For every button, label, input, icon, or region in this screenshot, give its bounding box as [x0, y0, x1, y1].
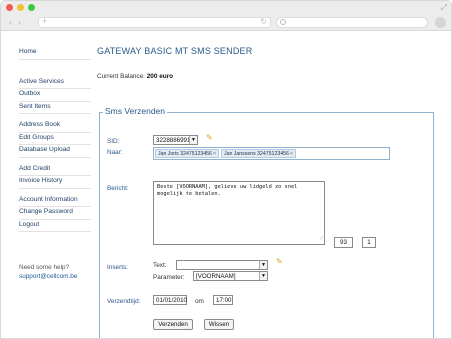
sidebar-item-account-information[interactable]: Account Information: [19, 195, 91, 207]
browser-window: ⤢ ‹› + ↻ Home Active Services Outbox Sen…: [0, 0, 452, 339]
verzendtijd-label: Verzendtijd:: [107, 298, 141, 305]
sidebar-item-outbox[interactable]: Outbox: [19, 89, 91, 102]
sidebar-item-edit-groups[interactable]: Edit Groups: [19, 133, 91, 145]
sms-count: 1: [362, 237, 376, 248]
text-insert-select[interactable]: ▼: [176, 260, 268, 270]
bericht-label: Bericht:: [107, 185, 129, 192]
balance-value: 200 euro: [146, 73, 174, 80]
sidebar-item-database-upload[interactable]: Database Upload: [19, 145, 91, 158]
chevron-down-icon: ▼: [259, 272, 267, 280]
address-bar[interactable]: + ↻: [38, 16, 271, 28]
sidebar-item-invoice-history[interactable]: Invoice History: [19, 176, 91, 189]
sidebar-item-logout[interactable]: Logout: [19, 220, 91, 232]
sidebar-item-home[interactable]: Home: [19, 47, 91, 60]
chevron-down-icon: ▼: [189, 136, 197, 144]
naar-label: Naar:: [107, 149, 123, 156]
remove-recipient-icon[interactable]: ×: [290, 151, 293, 157]
help-box: Need some help? support@cellcom.be: [19, 263, 77, 281]
browser-menu-button[interactable]: [435, 17, 446, 28]
recipient-tag: Jan Joris 32475123456×: [155, 149, 219, 158]
fullscreen-icon[interactable]: ⤢: [441, 3, 447, 13]
sidebar-item-address-book[interactable]: Address Book: [19, 120, 91, 133]
browser-toolbar: ‹› + ↻: [1, 14, 451, 31]
plus-icon[interactable]: +: [42, 16, 47, 26]
help-text: Need some help?: [19, 264, 70, 271]
title-bar: ⤢: [1, 1, 451, 14]
recipient-tag: Jan Janssens 32475123456×: [220, 149, 296, 158]
search-icon: [280, 19, 286, 25]
sid-value: 3228886991: [156, 137, 191, 144]
minimize-window-button[interactable]: [17, 4, 24, 11]
support-email-link[interactable]: support@cellcom.be: [19, 272, 77, 281]
message-text: Beste [VOORNAAM], gelieve uw lidgeld zo …: [157, 184, 298, 197]
recipient-tag-label: Jan Joris 32475123456: [158, 151, 212, 157]
browser-search-input[interactable]: [276, 17, 428, 28]
send-button[interactable]: Verzenden: [153, 319, 193, 330]
recipient-tag-label: Jan Janssens 32475123456: [223, 151, 289, 157]
message-textarea[interactable]: Beste [VOORNAAM], gelieve uw lidgeld zo …: [153, 181, 325, 245]
resize-handle-icon[interactable]: ⟋: [319, 236, 323, 243]
chevron-down-icon: ▼: [259, 261, 267, 269]
form-legend: Sms Verzenden: [103, 106, 168, 116]
sidebar-item-change-password[interactable]: Change Password: [19, 207, 91, 220]
om-label: om: [195, 298, 204, 305]
recipients-field[interactable]: Jan Joris 32475123456× Jan Janssens 32475…: [153, 147, 390, 160]
balance-label: Current Balance:: [97, 73, 145, 80]
parameter-select[interactable]: [VOORNAAM] ▼: [193, 271, 268, 281]
sidebar-item-sent-items[interactable]: Sent Items: [19, 102, 91, 114]
sidebar-nav: Home Active Services Outbox Sent Items A…: [19, 47, 91, 232]
pencil-icon[interactable]: ✎: [276, 257, 283, 266]
date-input[interactable]: 01/01/2010: [153, 295, 187, 305]
text-label: Text:: [153, 262, 167, 269]
parameter-label: Parameter:: [153, 274, 185, 281]
time-input[interactable]: 17:00: [213, 295, 233, 305]
current-balance: Current Balance: 200 euro: [97, 73, 173, 80]
sidebar-item-active-services[interactable]: Active Services: [19, 77, 91, 89]
remove-recipient-icon[interactable]: ×: [213, 151, 216, 157]
back-forward-icon[interactable]: ‹›: [9, 17, 27, 27]
page-title: GATEWAY BASIC MT SMS SENDER: [97, 46, 253, 56]
parameter-value: [VOORNAAM]: [196, 273, 236, 280]
pencil-icon[interactable]: ✎: [206, 133, 213, 142]
char-count: 93: [334, 237, 353, 248]
sidebar-item-add-credit[interactable]: Add Credit: [19, 164, 91, 176]
reload-icon[interactable]: ↻: [260, 17, 267, 26]
inserts-label: Inserts:: [107, 264, 128, 271]
clear-button[interactable]: Wissen: [204, 319, 234, 330]
close-window-button[interactable]: [6, 4, 13, 11]
maximize-window-button[interactable]: [28, 4, 35, 11]
sid-select[interactable]: 3228886991 ▼: [153, 135, 198, 145]
sid-label: SID:: [107, 138, 120, 145]
